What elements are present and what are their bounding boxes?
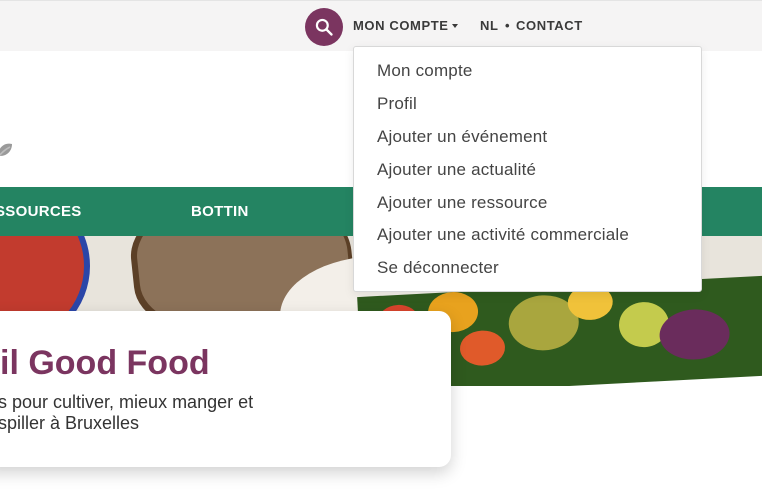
nav-item-ressources[interactable]: SSOURCES bbox=[0, 203, 82, 220]
menu-item-se-deconnecter[interactable]: Se déconnecter bbox=[377, 258, 499, 278]
caret-down-icon bbox=[451, 24, 458, 28]
nav-item-bottin[interactable]: BOTTIN bbox=[191, 203, 249, 220]
menu-item-ajouter-evenement[interactable]: Ajouter un événement bbox=[377, 127, 547, 147]
language-switch-nl[interactable]: NL bbox=[480, 18, 499, 33]
separator-dot: • bbox=[505, 18, 510, 33]
hero-title: il Good Food bbox=[0, 344, 210, 382]
menu-item-ajouter-actualite[interactable]: Ajouter une actualité bbox=[377, 160, 536, 180]
logo-leaf-icon bbox=[0, 143, 12, 156]
hero-subtitle-line: s pour cultiver, mieux manger et bbox=[0, 392, 254, 412]
menu-item-ajouter-ressource[interactable]: Ajouter une ressource bbox=[377, 193, 548, 213]
hero-image-tomato bbox=[459, 329, 506, 367]
hero-subtitle-line: spiller à Bruxelles bbox=[0, 413, 140, 433]
contact-link[interactable]: CONTACT bbox=[516, 18, 583, 33]
account-menu-label: MON COMPTE bbox=[353, 18, 449, 33]
hero-image-cabbage bbox=[658, 307, 731, 362]
hero-card bbox=[0, 311, 451, 467]
menu-item-ajouter-activite-commerciale[interactable]: Ajouter une activité commerciale bbox=[377, 225, 629, 245]
account-menu-toggle[interactable]: MON COMPTE bbox=[353, 18, 458, 33]
search-icon bbox=[315, 18, 333, 36]
search-button[interactable] bbox=[305, 8, 343, 46]
menu-item-mon-compte[interactable]: Mon compte bbox=[377, 61, 473, 81]
account-dropdown-menu: Mon compte Profil Ajouter un événement A… bbox=[353, 46, 702, 292]
hero-subtitle: s pour cultiver, mieux manger et spiller… bbox=[0, 392, 318, 434]
menu-item-profil[interactable]: Profil bbox=[377, 94, 417, 114]
